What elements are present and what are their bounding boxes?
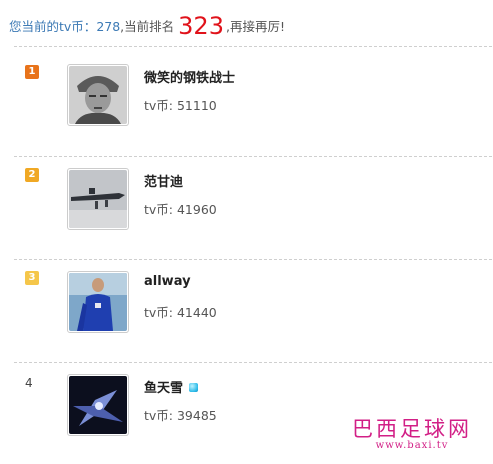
avatar[interactable] — [67, 64, 129, 126]
user-name-link[interactable]: 鱼天雪 — [144, 381, 183, 396]
divider — [14, 259, 492, 260]
rank-number-4: 4 — [25, 376, 33, 390]
user-name-link[interactable]: 微笑的钢铁战士 — [144, 67, 235, 86]
coins-label: tv币: — [144, 202, 177, 217]
user-coins: tv币: 41960 — [144, 199, 217, 218]
avatar[interactable] — [67, 168, 129, 230]
divider — [14, 362, 492, 363]
user-coins: tv币: 39485 — [144, 405, 217, 424]
coins-label: tv币: — [144, 408, 177, 423]
coins-value: 41960 — [176, 202, 217, 217]
avatar-aircraft-image — [69, 170, 127, 228]
avatar[interactable] — [67, 374, 129, 436]
my-rank-value: 323 — [178, 12, 224, 40]
divider — [14, 46, 492, 47]
coins-value: 51110 — [176, 98, 217, 113]
user-coins: tv币: 51110 — [144, 95, 217, 114]
encouragement-text: ,再接再厉! — [225, 19, 285, 34]
coins-value: 39485 — [176, 408, 217, 423]
avatar-abstract-image — [69, 376, 127, 434]
avatar[interactable] — [67, 271, 129, 333]
my-rank-summary: 您当前的tv币：278,当前排名 323 ,再接再厉! — [9, 12, 489, 40]
user-name-link[interactable]: 范甘迪 — [144, 171, 183, 190]
rank-badge-3: 3 — [25, 271, 39, 285]
coins-value: 41440 — [176, 305, 217, 320]
divider — [14, 156, 492, 157]
rank-badge-2: 2 — [25, 168, 39, 182]
avatar-portrait-image — [69, 66, 127, 124]
avatar-player-image — [69, 273, 127, 331]
coins-label: tv币: — [144, 98, 177, 113]
site-watermark: 巴西足球网 www.baxi.tv — [347, 418, 477, 452]
my-coins-value: 278 — [96, 19, 121, 34]
vip-icon — [189, 383, 199, 392]
user-name-link[interactable]: allway — [144, 274, 191, 289]
my-coins-label: 您当前的tv币： — [9, 19, 97, 34]
watermark-text: 巴西足球网 — [352, 417, 472, 441]
user-coins: tv币: 41440 — [144, 302, 217, 321]
user-name-link: 鱼天雪 — [144, 377, 199, 396]
my-rank-label: ,当前排名 — [120, 19, 175, 34]
watermark-url: www.baxi.tv — [375, 440, 449, 451]
coins-label: tv币: — [144, 305, 177, 320]
rank-badge-1: 1 — [25, 65, 39, 79]
